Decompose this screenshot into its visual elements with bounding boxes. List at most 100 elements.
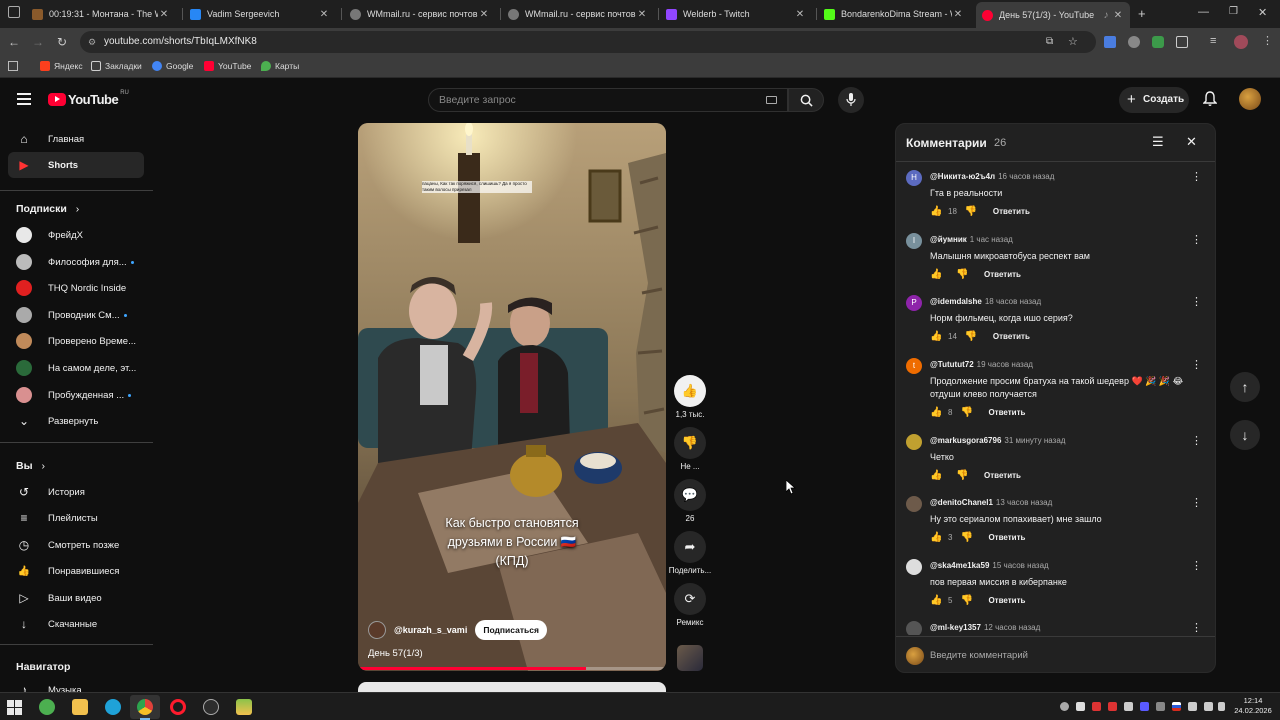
reply-button[interactable]: Ответить bbox=[988, 596, 1025, 605]
profile-avatar[interactable] bbox=[1234, 35, 1248, 49]
tray-icon[interactable] bbox=[1092, 702, 1101, 711]
comment-more-icon[interactable]: ⋮ bbox=[1191, 358, 1202, 371]
extensions-puzzle-icon[interactable] bbox=[1176, 36, 1188, 48]
browser-tab[interactable]: WMmail.ru - сервис почтовых ✕ bbox=[344, 3, 496, 25]
keyboard-icon[interactable] bbox=[766, 96, 777, 104]
youtube-logo[interactable]: YouTube RU bbox=[48, 90, 129, 107]
browser-tab[interactable]: Welderb - Twitch ✕ bbox=[660, 3, 812, 25]
close-tab-icon[interactable]: ✕ bbox=[636, 9, 648, 20]
windows-start-icon[interactable] bbox=[6, 699, 22, 715]
tray-icon[interactable] bbox=[1076, 702, 1085, 711]
notifications-bell-icon[interactable] bbox=[1203, 91, 1217, 107]
comment-author[interactable]: @Tututut72 19 часов назад bbox=[930, 360, 1033, 369]
reply-button[interactable]: Ответить bbox=[984, 270, 1021, 279]
comment-author[interactable]: @ml-key1357 12 часов назад bbox=[930, 623, 1040, 632]
opera-icon[interactable] bbox=[170, 699, 186, 715]
sidebar-item-your-videos[interactable]: ▷ Ваши видео bbox=[8, 585, 144, 611]
bookmark-google[interactable]: Google bbox=[152, 61, 193, 71]
comment-avatar[interactable]: P bbox=[906, 295, 922, 311]
sidebar-expand-button[interactable]: ⌄ Развернуть bbox=[8, 408, 144, 434]
chrome-icon[interactable] bbox=[137, 699, 153, 715]
sidebar-item-subscription[interactable]: Философия для... bbox=[8, 249, 144, 275]
close-tab-icon[interactable]: ✕ bbox=[1112, 10, 1124, 21]
reply-button[interactable]: Ответить bbox=[993, 332, 1030, 341]
channel-name[interactable]: @kurazh_s_vami bbox=[394, 625, 467, 635]
forward-icon[interactable]: → bbox=[30, 34, 46, 50]
shorts-video-player[interactable]: пацаны, Как так поряжися, слишишь? Да я … bbox=[358, 123, 666, 671]
sidebar-item-history[interactable]: ↺ История bbox=[8, 479, 144, 505]
sidebar-item-subscription[interactable]: Проводник См... bbox=[8, 302, 144, 328]
back-icon[interactable]: ← bbox=[6, 34, 22, 50]
browser-tab[interactable]: 00:19:31 - Монтана - The West ✕ bbox=[26, 3, 176, 25]
reply-button[interactable]: Ответить bbox=[993, 207, 1030, 216]
thumbs-down-icon[interactable]: 👎 bbox=[965, 331, 979, 342]
media-control-icon[interactable]: ≡ bbox=[1210, 35, 1216, 47]
thumbs-up-icon[interactable]: 👍 bbox=[930, 470, 944, 481]
comment-author[interactable]: @Никита-ю2ъ4л 16 часов назад bbox=[930, 172, 1054, 181]
thumbs-down-icon[interactable]: 👎 bbox=[956, 269, 970, 280]
comment-avatar[interactable]: Н bbox=[906, 170, 922, 186]
comment-more-icon[interactable]: ⋮ bbox=[1191, 621, 1202, 634]
tray-icon[interactable] bbox=[1108, 702, 1117, 711]
thumbs-down-icon[interactable]: 👎 bbox=[960, 407, 974, 418]
tray-icon[interactable] bbox=[1140, 702, 1149, 711]
close-window-icon[interactable]: ✕ bbox=[1258, 6, 1267, 19]
volume-icon[interactable] bbox=[1204, 702, 1213, 711]
account-avatar[interactable] bbox=[1239, 88, 1261, 110]
comment-author[interactable]: @idemdalshe 18 часов назад bbox=[930, 297, 1041, 306]
sidebar-item-subscription[interactable]: THQ Nordic Inside bbox=[8, 275, 144, 301]
file-explorer-icon[interactable] bbox=[72, 699, 88, 715]
tray-icon[interactable] bbox=[1156, 702, 1165, 711]
tray-icon[interactable] bbox=[1060, 702, 1069, 711]
system-clock[interactable]: 12:14 24.02.2026 bbox=[1232, 696, 1274, 716]
subscribe-button[interactable]: Подписаться bbox=[475, 620, 547, 640]
sidebar-item-subscription[interactable]: На самом деле, эт... bbox=[8, 355, 144, 381]
previous-short-button[interactable]: ↑ bbox=[1230, 372, 1260, 402]
thumbs-up-icon[interactable]: 👍 bbox=[930, 407, 944, 418]
next-short-button[interactable]: ↓ bbox=[1230, 420, 1260, 450]
network-icon[interactable] bbox=[1188, 702, 1197, 711]
translate-extension-icon[interactable] bbox=[1104, 36, 1116, 48]
comment-avatar[interactable] bbox=[906, 559, 922, 575]
next-video-preview[interactable] bbox=[358, 682, 666, 692]
subscriptions-heading[interactable]: Подписки › bbox=[16, 203, 79, 215]
sidebar-item-subscription[interactable]: Пробужденная ... bbox=[8, 382, 144, 408]
browser-tab[interactable]: Vadim Sergeevich ✕ bbox=[184, 3, 336, 25]
menu-hamburger-icon[interactable] bbox=[17, 93, 31, 105]
language-flag-icon[interactable] bbox=[1172, 702, 1181, 711]
thumbs-up-icon[interactable]: 👍 bbox=[930, 206, 944, 217]
bookmark-folder[interactable]: Закладки bbox=[91, 61, 142, 71]
close-tab-icon[interactable]: ✕ bbox=[318, 9, 330, 20]
create-button[interactable]: + Создать bbox=[1119, 87, 1189, 113]
channel-avatar[interactable] bbox=[368, 621, 386, 639]
sidebar-item-watch-later[interactable]: ◷ Смотреть позже bbox=[8, 532, 144, 558]
close-tab-icon[interactable]: ✕ bbox=[952, 9, 964, 20]
thumbs-up-icon[interactable]: 👍 bbox=[930, 532, 944, 543]
search-button[interactable] bbox=[788, 88, 824, 112]
new-tab-button[interactable]: + bbox=[1138, 6, 1146, 21]
minimize-window-icon[interactable]: — bbox=[1198, 6, 1209, 18]
comment-avatar[interactable]: t bbox=[906, 358, 922, 374]
comment-more-icon[interactable]: ⋮ bbox=[1191, 295, 1202, 308]
url-field[interactable]: ⚙ youtube.com/shorts/TbIqLMXfNK8 ⧉ ☆ bbox=[80, 31, 1096, 53]
reload-icon[interactable]: ↻ bbox=[54, 34, 70, 50]
tab-search-icon[interactable] bbox=[8, 6, 20, 18]
thumbs-down-icon[interactable]: 👎 bbox=[956, 470, 970, 481]
voice-search-button[interactable] bbox=[838, 87, 864, 113]
extension-green-icon[interactable] bbox=[1152, 36, 1164, 48]
thumbs-up-icon[interactable]: 👍 bbox=[930, 331, 944, 342]
sidebar-item-downloads[interactable]: ↓ Скачанные bbox=[8, 611, 144, 637]
you-heading[interactable]: Вы › bbox=[16, 460, 45, 472]
thumbs-down-icon[interactable]: 👎 bbox=[965, 206, 979, 217]
reply-button[interactable]: Ответить bbox=[988, 408, 1025, 417]
apps-grid-icon[interactable] bbox=[8, 61, 18, 71]
tray-icon[interactable] bbox=[1124, 702, 1133, 711]
sidebar-item-subscription[interactable]: ФрейдХ bbox=[8, 222, 144, 248]
thumbs-up-icon[interactable]: 👍 bbox=[930, 595, 944, 606]
browser-tab[interactable]: BondarenkoDima Stream - Wat ✕ bbox=[818, 3, 970, 25]
comments-button[interactable]: 💬 bbox=[674, 479, 706, 511]
comment-more-icon[interactable]: ⋮ bbox=[1191, 434, 1202, 447]
comment-avatar[interactable] bbox=[906, 621, 922, 635]
thumbs-down-icon[interactable]: 👎 bbox=[960, 595, 974, 606]
share-button[interactable]: ➦ bbox=[674, 531, 706, 563]
